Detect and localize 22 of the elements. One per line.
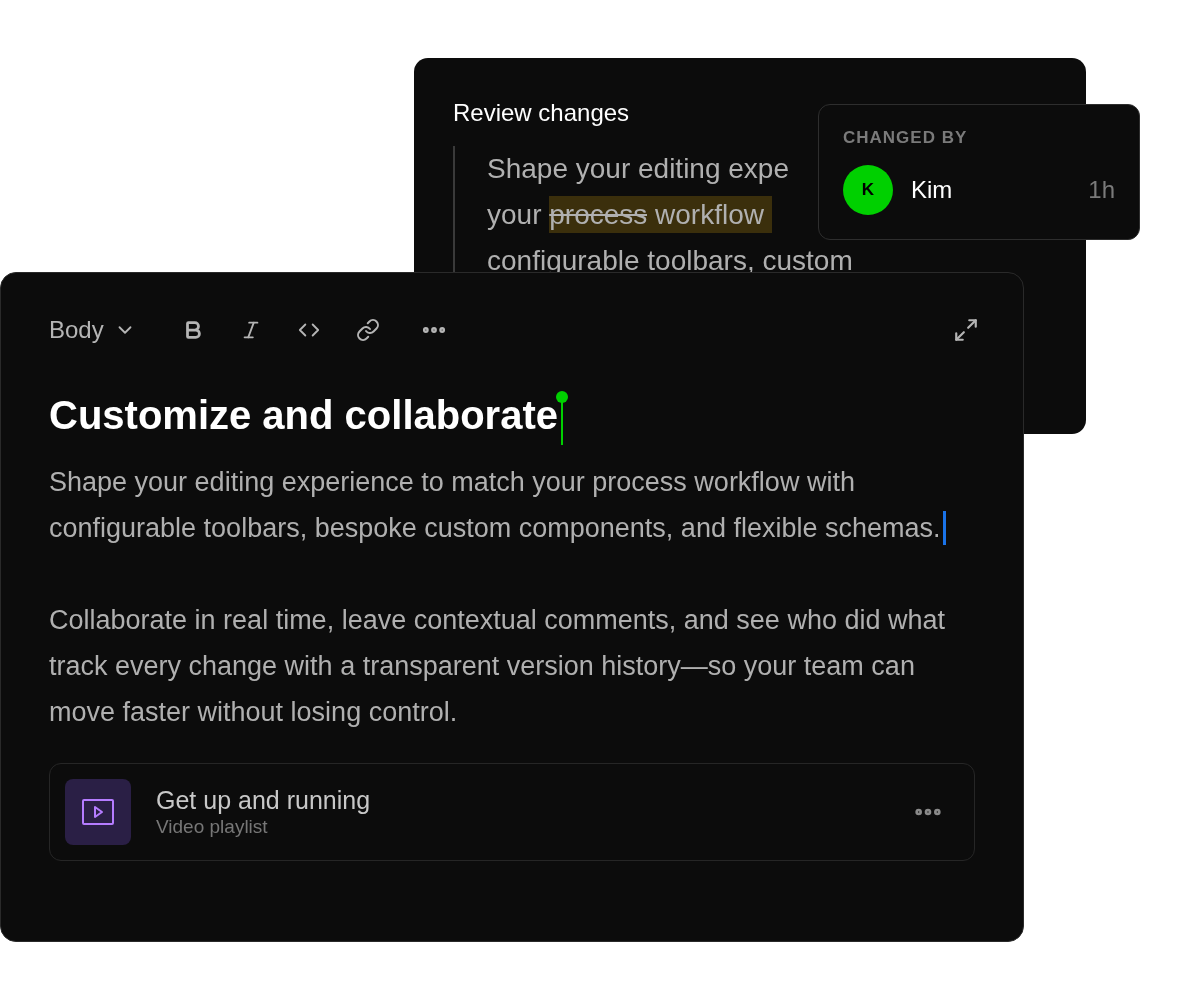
paragraph: Shape your editing experience to match your process workflow with configurable toolbars, bespoke custom components, and flexible schemas.	[49, 459, 959, 551]
document-heading: Customize and collaborate	[49, 392, 558, 439]
text-style-dropdown[interactable]: Body	[49, 312, 136, 348]
deleted-text: process	[549, 196, 648, 233]
paragraph: Collaborate in real time, leave contextual comments, and see who did what track every change with a transparent version history—so your team can move faster without losing control.	[49, 604, 946, 729]
user-avatar: K	[843, 164, 893, 215]
panel-title: Review changes	[453, 98, 631, 128]
user-name: Kim	[911, 174, 953, 205]
text-caret-icon	[942, 511, 946, 545]
link-icon[interactable]	[355, 318, 380, 342]
review-text: your	[487, 199, 543, 230]
attachment-card[interactable]: Get up and running Video playlist	[49, 763, 975, 861]
change-time: 1h	[1088, 174, 1115, 205]
play-icon	[82, 799, 114, 825]
expand-icon[interactable]	[953, 317, 979, 343]
review-text: configurable toolbars, custom	[487, 245, 853, 276]
review-text: Shape your editing expe	[487, 153, 789, 184]
attachment-title: Get up and running	[156, 785, 371, 815]
popover-heading: CHANGED BY	[843, 127, 969, 149]
inserted-text: workflow	[647, 196, 772, 233]
collaborator-caret-icon	[556, 391, 568, 445]
attachment-subtitle: Video playlist	[156, 815, 269, 839]
